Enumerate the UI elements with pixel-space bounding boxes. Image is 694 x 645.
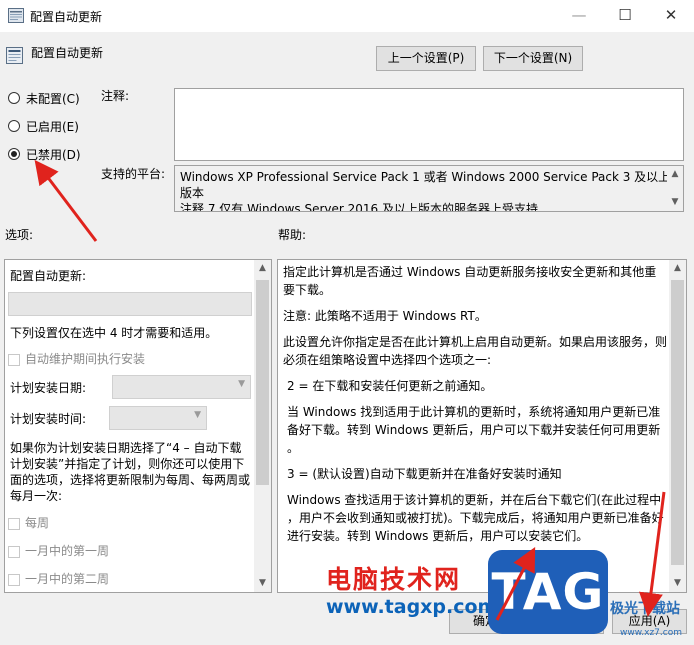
platform-line: 注释 7 仅有 Windows Server 2016 及以上版本的服务器上受支… (180, 202, 538, 212)
help-paragraph: 3 = (默认设置)自动下载更新并在准备好安装时通知 (287, 467, 562, 481)
checkbox-label: 一月中的第二周 (25, 572, 110, 586)
scroll-down-icon[interactable]: ▼ (669, 575, 686, 592)
scroll-down-icon[interactable]: ▼ (667, 194, 683, 211)
comment-label: 注释: (101, 89, 130, 103)
scroll-up-icon[interactable]: ▲ (667, 166, 683, 183)
help-line: Windows 查找适用于该计算机的更新，并在后台下载它们(在此过程中 (287, 493, 662, 507)
help-paragraph: 此设置允许你指定是否在此计算机上启用自动更新。如果启用该服务，则 必须在组策略设… (283, 333, 668, 369)
chevron-down-icon: ▼ (238, 379, 245, 389)
xz-watermark-text: 极光下载站 (610, 601, 680, 617)
help-scrollbar[interactable]: ▲ ▼ (669, 260, 686, 592)
help-line: 要下载。 (283, 283, 332, 297)
scroll-thumb[interactable] (256, 280, 269, 485)
schedule-day-label: 计划安装日期: (10, 381, 87, 395)
minimize-button[interactable]: — (556, 0, 602, 32)
weekly-checkbox-row[interactable]: 每周 (8, 514, 49, 531)
radio-label: 未配置(C) (26, 91, 80, 106)
second-week-checkbox-row[interactable]: 一月中的第二周 (8, 570, 109, 587)
platform-box: Windows XP Professional Service Pack 1 或… (174, 165, 684, 212)
checkbox-label: 每周 (25, 516, 50, 530)
schedule-time-label: 计划安装时间: (10, 412, 87, 426)
help-paragraph: Windows 查找适用于该计算机的更新，并在后台下载它们(在此过程中 ，用户不… (283, 491, 668, 545)
policy-window-icon (8, 8, 24, 23)
radio-circle[interactable] (8, 120, 20, 132)
options-paragraph-line: 计划安装”并指定了计划，则你还可以使用下 (10, 457, 245, 471)
close-icon: ✕ (664, 6, 678, 24)
options-paragraph-line: 面的选项，选择将更新限制为每周、每两周或 (10, 473, 251, 487)
scroll-thumb[interactable] (671, 280, 684, 565)
title-bar: 配置自动更新 — ☐ ✕ (0, 0, 694, 32)
options-section-label: 选项: (5, 228, 34, 242)
help-line: 备好下载。转到 Windows 更新后，用户可以下载并安装任何可用更新 (287, 423, 661, 437)
help-line: ，用户不会收到通知或被打扰)。下载完成后，将通知用户更新已准备好 (287, 511, 664, 525)
options-scrollbar[interactable]: ▲ ▼ (254, 260, 271, 592)
help-line: 指定此计算机是否通过 Windows 自动更新服务接收安全更新和其他重 (283, 265, 657, 279)
policy-title: 配置自动更新 (31, 46, 104, 60)
radio-label: 已禁用(D) (26, 147, 81, 162)
radio-not-configured[interactable]: 未配置(C) (8, 89, 80, 107)
help-line: 必须在组策略设置中选择四个选项之一: (283, 353, 492, 367)
options-paragraph-line: 每月一次: (10, 489, 63, 503)
schedule-time-dropdown[interactable]: ▼ (109, 406, 207, 430)
help-line: 。 (287, 441, 300, 455)
radio-enabled[interactable]: 已启用(E) (8, 117, 79, 135)
help-line: 当 Windows 找到适用于此计算机的更新时，系统将通知用户更新已准 (287, 405, 661, 419)
radio-label: 已启用(E) (26, 119, 79, 134)
platform-line: 版本 (180, 186, 205, 200)
options-panel: 配置自动更新: 下列设置仅在选中 4 时才需要和适用。 自动维护期间执行安装 计… (4, 259, 272, 593)
checkbox-label: 一月中的第一周 (25, 544, 110, 558)
options-paragraph: 如果你为计划安装日期选择了“4 – 自动下载 计划安装”并指定了计划，则你还可以… (10, 440, 260, 504)
checkbox[interactable] (8, 353, 20, 366)
checkbox[interactable] (8, 545, 20, 558)
configure-updates-dropdown[interactable] (8, 292, 252, 316)
radio-disabled[interactable]: 已禁用(D) (8, 145, 81, 163)
tag-logo: TAG (488, 550, 608, 634)
platform-scrollbar[interactable]: ▲ ▼ (667, 166, 683, 211)
schedule-day-dropdown[interactable]: ▼ (112, 375, 251, 399)
help-panel: 指定此计算机是否通过 Windows 自动更新服务接收安全更新和其他重 要下载。… (277, 259, 687, 593)
chevron-down-icon: ▼ (194, 410, 201, 420)
scroll-down-icon[interactable]: ▼ (254, 575, 271, 592)
minimize-icon: — (571, 6, 587, 24)
help-section-label: 帮助: (278, 228, 307, 242)
next-setting-button[interactable]: 下一个设置(N) (483, 46, 583, 71)
xz-watermark-url: www.xz7.com (620, 628, 682, 638)
setting-icon (6, 47, 23, 64)
prev-setting-button[interactable]: 上一个设置(P) (376, 46, 476, 71)
radio-circle-selected[interactable] (8, 148, 20, 160)
first-week-checkbox-row[interactable]: 一月中的第一周 (8, 542, 109, 559)
help-line: 进行安装。转到 Windows 更新后，用户可以安装它们。 (287, 529, 589, 543)
scroll-up-icon[interactable]: ▲ (669, 260, 686, 277)
platform-label: 支持的平台: (101, 167, 166, 181)
help-line: 此设置允许你指定是否在此计算机上启用自动更新。如果启用该服务，则 (283, 335, 668, 349)
platform-line: Windows XP Professional Service Pack 1 或… (180, 170, 671, 184)
help-paragraph: 注意: 此策略不适用于 Windows RT。 (283, 309, 487, 323)
maximize-button[interactable]: ☐ (602, 0, 648, 32)
help-paragraph: 当 Windows 找到适用于此计算机的更新时，系统将通知用户更新已准 备好下载… (283, 403, 668, 457)
scroll-up-icon[interactable]: ▲ (254, 260, 271, 277)
checkbox-label: 自动维护期间执行安装 (25, 352, 146, 366)
window-title: 配置自动更新 (30, 10, 103, 24)
comment-textarea[interactable] (174, 88, 684, 161)
help-paragraph: 指定此计算机是否通过 Windows 自动更新服务接收安全更新和其他重 要下载。 (283, 263, 668, 299)
watermark-url: www.tagxp.com (326, 596, 498, 618)
close-button[interactable]: ✕ (648, 0, 694, 32)
options-paragraph-line: 如果你为计划安装日期选择了“4 – 自动下载 (10, 441, 242, 455)
options-note: 下列设置仅在选中 4 时才需要和适用。 (10, 326, 218, 340)
radio-circle[interactable] (8, 92, 20, 104)
maximize-icon: ☐ (618, 6, 632, 24)
watermark-site-name: 电脑技术网 (326, 565, 462, 594)
checkbox[interactable] (8, 517, 20, 530)
help-paragraph: 2 = 在下载和安装任何更新之前通知。 (287, 379, 493, 393)
options-heading: 配置自动更新: (10, 269, 87, 283)
checkbox[interactable] (8, 573, 20, 586)
maintenance-checkbox-row[interactable]: 自动维护期间执行安装 (8, 350, 145, 367)
